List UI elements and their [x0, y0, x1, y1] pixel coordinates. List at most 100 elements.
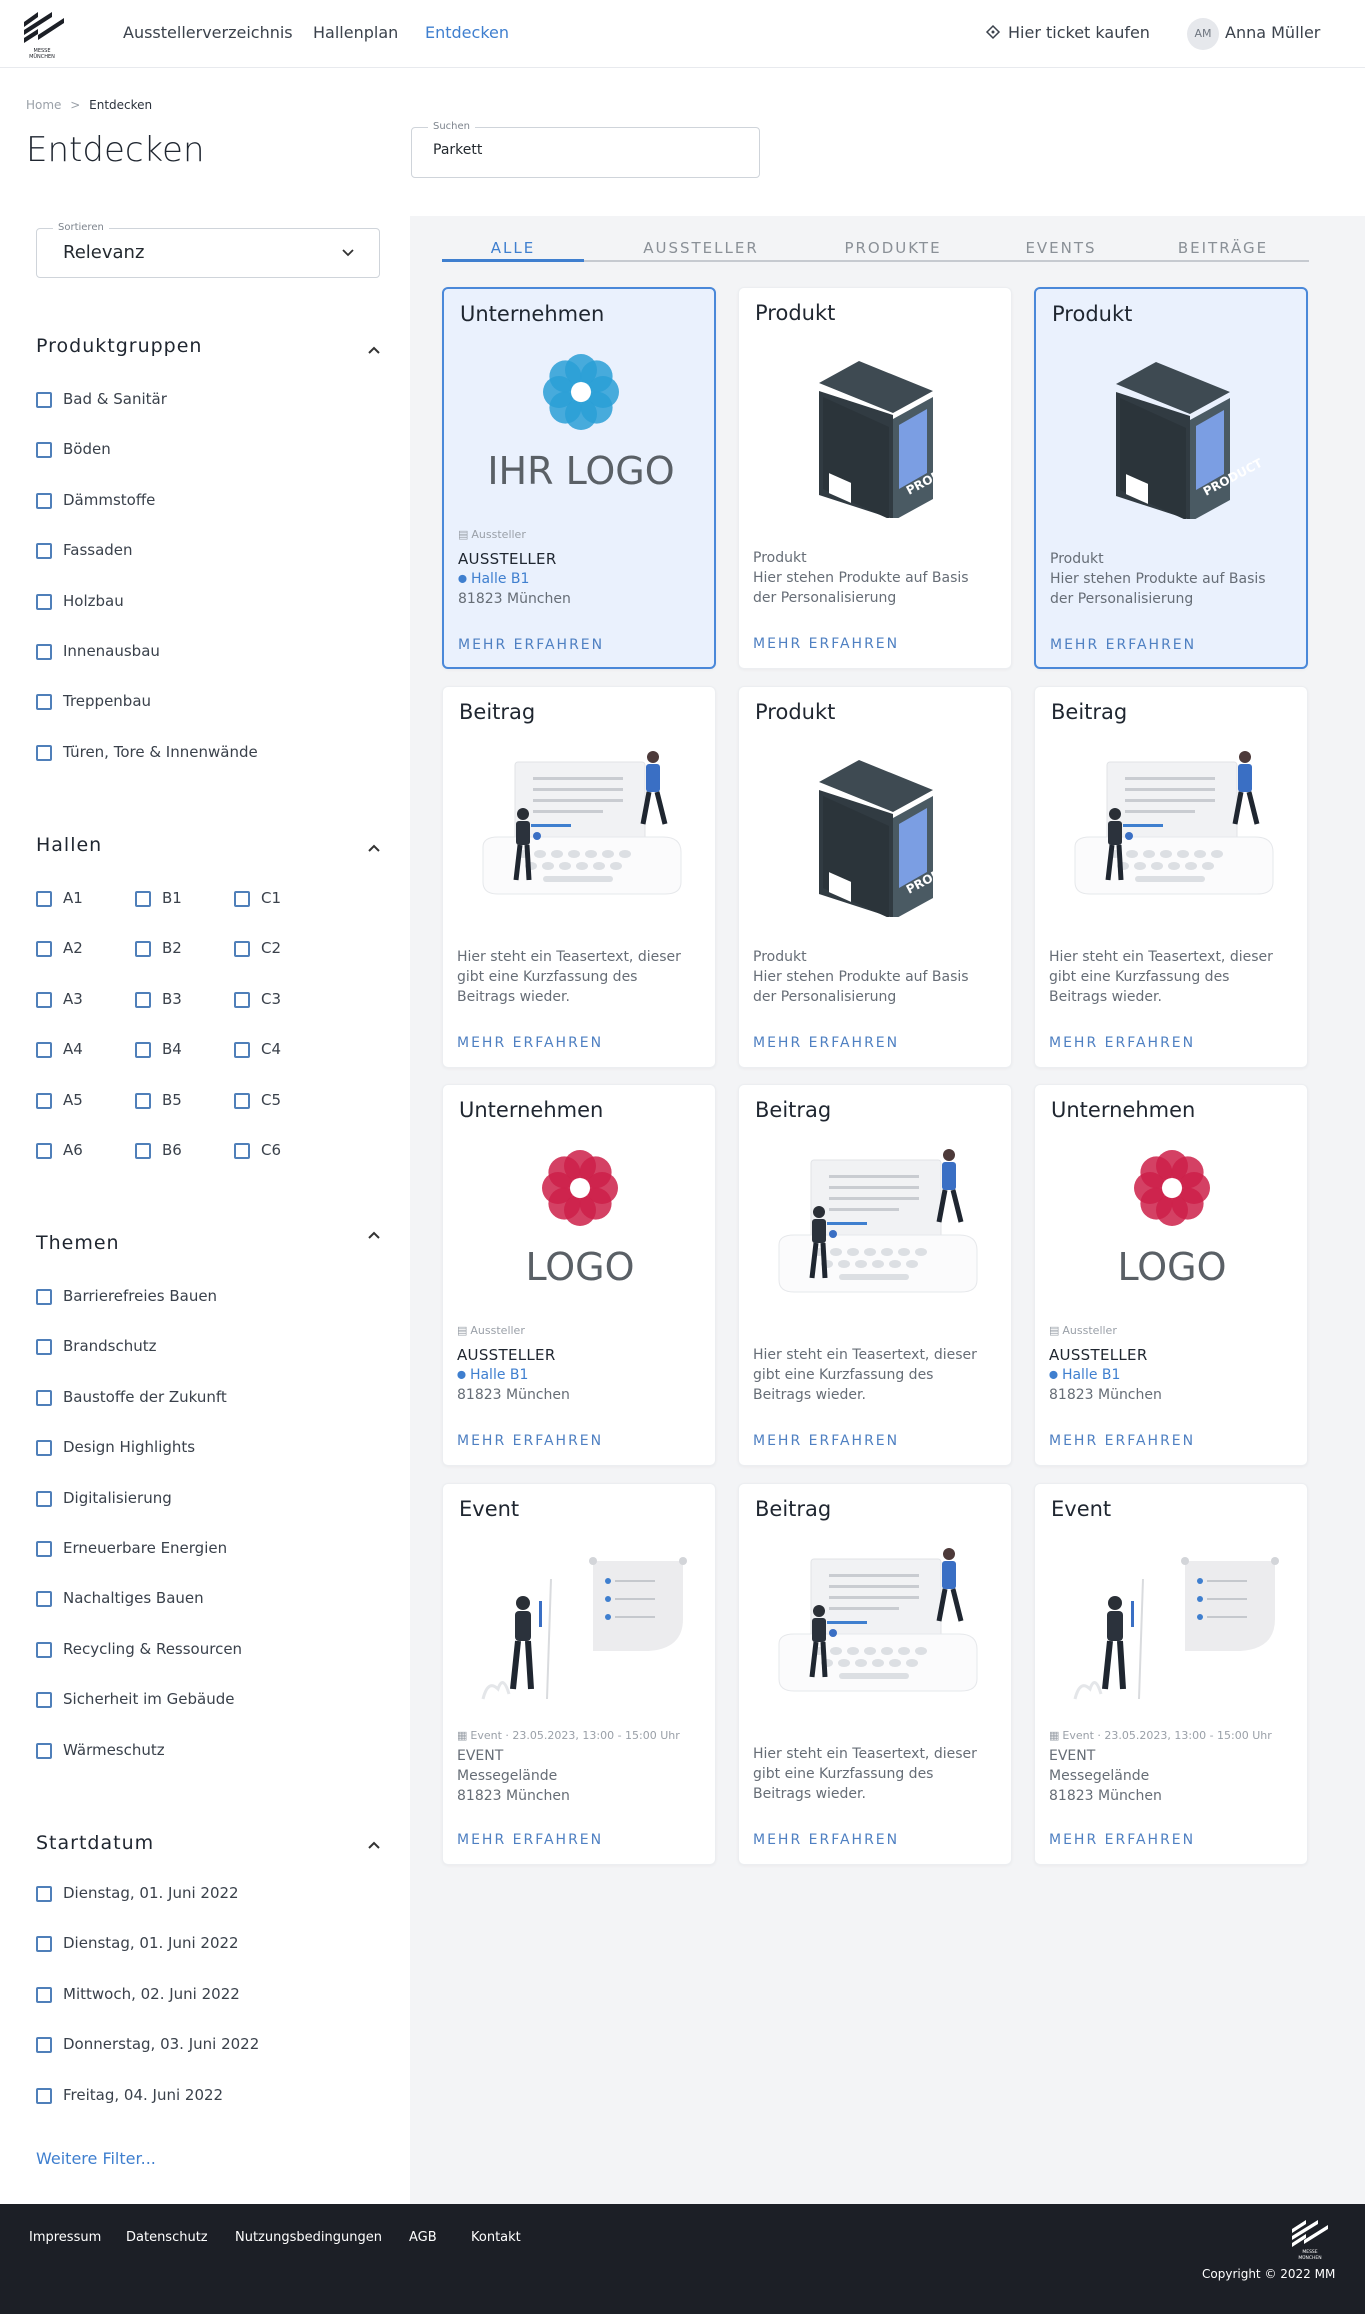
checkbox-box[interactable]	[36, 744, 52, 761]
checkbox-box[interactable]	[36, 1541, 52, 1557]
tab-beitraege[interactable]: BEITRÄGE	[1150, 239, 1296, 257]
sort-select[interactable]: Sortieren Relevanz	[36, 222, 380, 278]
checkbox-box[interactable]	[36, 891, 52, 907]
card-more-link[interactable]: MEHR ERFAHREN	[753, 1832, 899, 1848]
checkbox-label: Fassaden	[63, 541, 133, 560]
checkbox-box[interactable]	[36, 1339, 52, 1356]
checkbox-box[interactable]	[135, 891, 151, 907]
card-hall[interactable]: ⬤ Halle B1	[1049, 1365, 1162, 1385]
checkbox-box[interactable]	[36, 442, 52, 459]
checkbox-box[interactable]	[135, 991, 151, 1008]
avatar[interactable]: AM	[1187, 18, 1219, 50]
result-card-post[interactable]: Beitrag Hier steht ein Teasertext, dieser…	[1034, 686, 1308, 1068]
checkbox-box[interactable]	[36, 2087, 52, 2104]
card-more-link[interactable]: MEHR ERFAHREN	[457, 1433, 603, 1449]
result-card-company[interactable]: Unternehmen LOGO ▤ Aussteller AUSSTELLER ⬤ Hal…	[1034, 1084, 1308, 1466]
checkbox-box[interactable]	[36, 1143, 52, 1159]
checkbox-box[interactable]	[36, 1742, 52, 1759]
checkbox-box[interactable]	[36, 1092, 52, 1109]
checkbox-box[interactable]	[36, 1289, 52, 1305]
breadcrumb-home[interactable]: Home	[26, 98, 61, 112]
footer-link-agb[interactable]: AGB	[409, 2230, 437, 2245]
card-hall[interactable]: ⬤ Halle B1	[458, 569, 571, 589]
card-more-link[interactable]: MEHR ERFAHREN	[458, 637, 604, 653]
result-card-product[interactable]: Produkt PRODUCT Produkt Hier stehen Produkt…	[738, 287, 1012, 669]
checkbox-box[interactable]	[135, 1042, 151, 1059]
footer-link-nutzungsbedingungen[interactable]: Nutzungsbedingungen	[235, 2230, 382, 2245]
page-title: Entdecken	[26, 130, 205, 170]
checkbox-box[interactable]	[135, 941, 151, 958]
checkbox-box[interactable]	[135, 1143, 151, 1159]
checkbox-box[interactable]	[234, 991, 250, 1008]
card-text-line: gibt eine Kurzfassung des	[753, 1367, 934, 1383]
checkbox-box[interactable]	[36, 1936, 52, 1953]
tab-alle[interactable]: ALLE	[442, 239, 584, 257]
checkbox-box[interactable]	[36, 644, 52, 660]
checkbox-box[interactable]	[135, 1092, 151, 1109]
search-input[interactable]: Suchen Parkett	[411, 121, 760, 178]
checkbox-box[interactable]	[36, 941, 52, 958]
card-more-link[interactable]: MEHR ERFAHREN	[753, 636, 899, 652]
card-hall[interactable]: ⬤ Halle B1	[457, 1365, 570, 1385]
checkbox-box[interactable]	[234, 941, 250, 958]
footer-link-kontakt[interactable]: Kontakt	[471, 2230, 521, 2245]
result-card-company[interactable]: Unternehmen LOGO ▤ Aussteller AUSSTELLER ⬤ Hal…	[442, 1084, 716, 1466]
checkbox-box[interactable]	[36, 1886, 52, 1902]
checkbox-box[interactable]	[36, 1641, 52, 1658]
tab-produkte[interactable]: PRODUKTE	[818, 239, 968, 257]
card-more-link[interactable]: MEHR ERFAHREN	[1049, 1433, 1195, 1449]
card-more-link[interactable]: MEHR ERFAHREN	[1050, 637, 1196, 653]
card-more-link[interactable]: MEHR ERFAHREN	[457, 1035, 603, 1051]
checkbox-box[interactable]	[36, 392, 52, 408]
result-card-event[interactable]: Event ▦ Event · 23.05.2023, 13:00 - 15:00 …	[1034, 1483, 1308, 1865]
result-card-post[interactable]: Beitrag Hier steht ein Teasertext, dieser…	[738, 1483, 1012, 1865]
checkbox-box[interactable]	[36, 1591, 52, 1608]
footer-link-datenschutz[interactable]: Datenschutz	[126, 2230, 208, 2245]
card-more-link[interactable]: MEHR ERFAHREN	[1049, 1832, 1195, 1848]
nav-entdecken[interactable]: Entdecken	[425, 23, 509, 42]
checkbox-box[interactable]	[36, 694, 52, 711]
checkbox-box[interactable]	[36, 492, 52, 509]
tab-aussteller[interactable]: AUSSTELLER	[621, 239, 781, 257]
checkbox-box[interactable]	[234, 891, 250, 907]
checkbox-box[interactable]	[234, 1143, 250, 1159]
card-text: Produkt Hier stehen Produkte auf Basis der…	[753, 947, 969, 1007]
chevron-up-icon[interactable]	[367, 1230, 381, 1240]
tab-events[interactable]: EVENTS	[1001, 239, 1121, 257]
chevron-up-icon[interactable]	[367, 843, 381, 853]
card-more-link[interactable]: MEHR ERFAHREN	[753, 1035, 899, 1051]
checkbox-box[interactable]	[36, 1490, 52, 1507]
checkbox-box[interactable]	[36, 1042, 52, 1059]
result-card-event[interactable]: Event ▦ Event · 23.05.2023, 13:00 - 15:00 …	[442, 1483, 716, 1865]
result-card-post[interactable]: Beitrag Hier steht ein Teasertext, dieser…	[442, 686, 716, 1068]
checkbox-box[interactable]	[36, 1692, 52, 1709]
checkbox-box[interactable]	[234, 1042, 250, 1059]
ticket-label: Hier ticket kaufen	[1008, 23, 1150, 42]
ticket-link[interactable]: Hier ticket kaufen	[984, 23, 1150, 42]
card-text-line: Produkt	[1050, 551, 1104, 567]
checkbox-box[interactable]	[234, 1092, 250, 1109]
checkbox-box[interactable]	[36, 1986, 52, 2003]
user-name[interactable]: Anna Müller	[1225, 23, 1320, 42]
footer-link-impressum[interactable]: Impressum	[29, 2230, 101, 2245]
checkbox-box[interactable]	[36, 1440, 52, 1457]
messe-muenchen-logo[interactable]: MESSE MÜNCHEN	[22, 8, 66, 60]
footer	[0, 2204, 1365, 2314]
checkbox-box[interactable]	[36, 593, 52, 610]
result-card-post[interactable]: Beitrag Hier steht ein Teasertext, dieser…	[738, 1084, 1012, 1466]
checkbox-box[interactable]	[36, 991, 52, 1008]
checkbox-box[interactable]	[36, 1389, 52, 1406]
chevron-up-icon[interactable]	[367, 345, 381, 355]
chevron-up-icon[interactable]	[367, 1840, 381, 1850]
card-more-link[interactable]: MEHR ERFAHREN	[457, 1832, 603, 1848]
more-filters-link[interactable]: Weitere Filter...	[36, 2149, 156, 2168]
nav-hallenplan[interactable]: Hallenplan	[313, 23, 398, 42]
checkbox-box[interactable]	[36, 543, 52, 560]
nav-ausstellerverzeichnis[interactable]: Ausstellerverzeichnis	[123, 23, 293, 42]
card-more-link[interactable]: MEHR ERFAHREN	[1049, 1035, 1195, 1051]
result-card-product[interactable]: Produkt PRODUCT Produkt Hier stehen Produkt…	[738, 686, 1012, 1068]
result-card-company[interactable]: Unternehmen IHR LOGO ▤ Aussteller AUSSTELLER…	[442, 287, 716, 669]
result-card-product[interactable]: Produkt PRODUCT Produkt Hier stehen Produkt…	[1034, 287, 1308, 669]
card-more-link[interactable]: MEHR ERFAHREN	[753, 1433, 899, 1449]
checkbox-box[interactable]	[36, 2037, 52, 2054]
